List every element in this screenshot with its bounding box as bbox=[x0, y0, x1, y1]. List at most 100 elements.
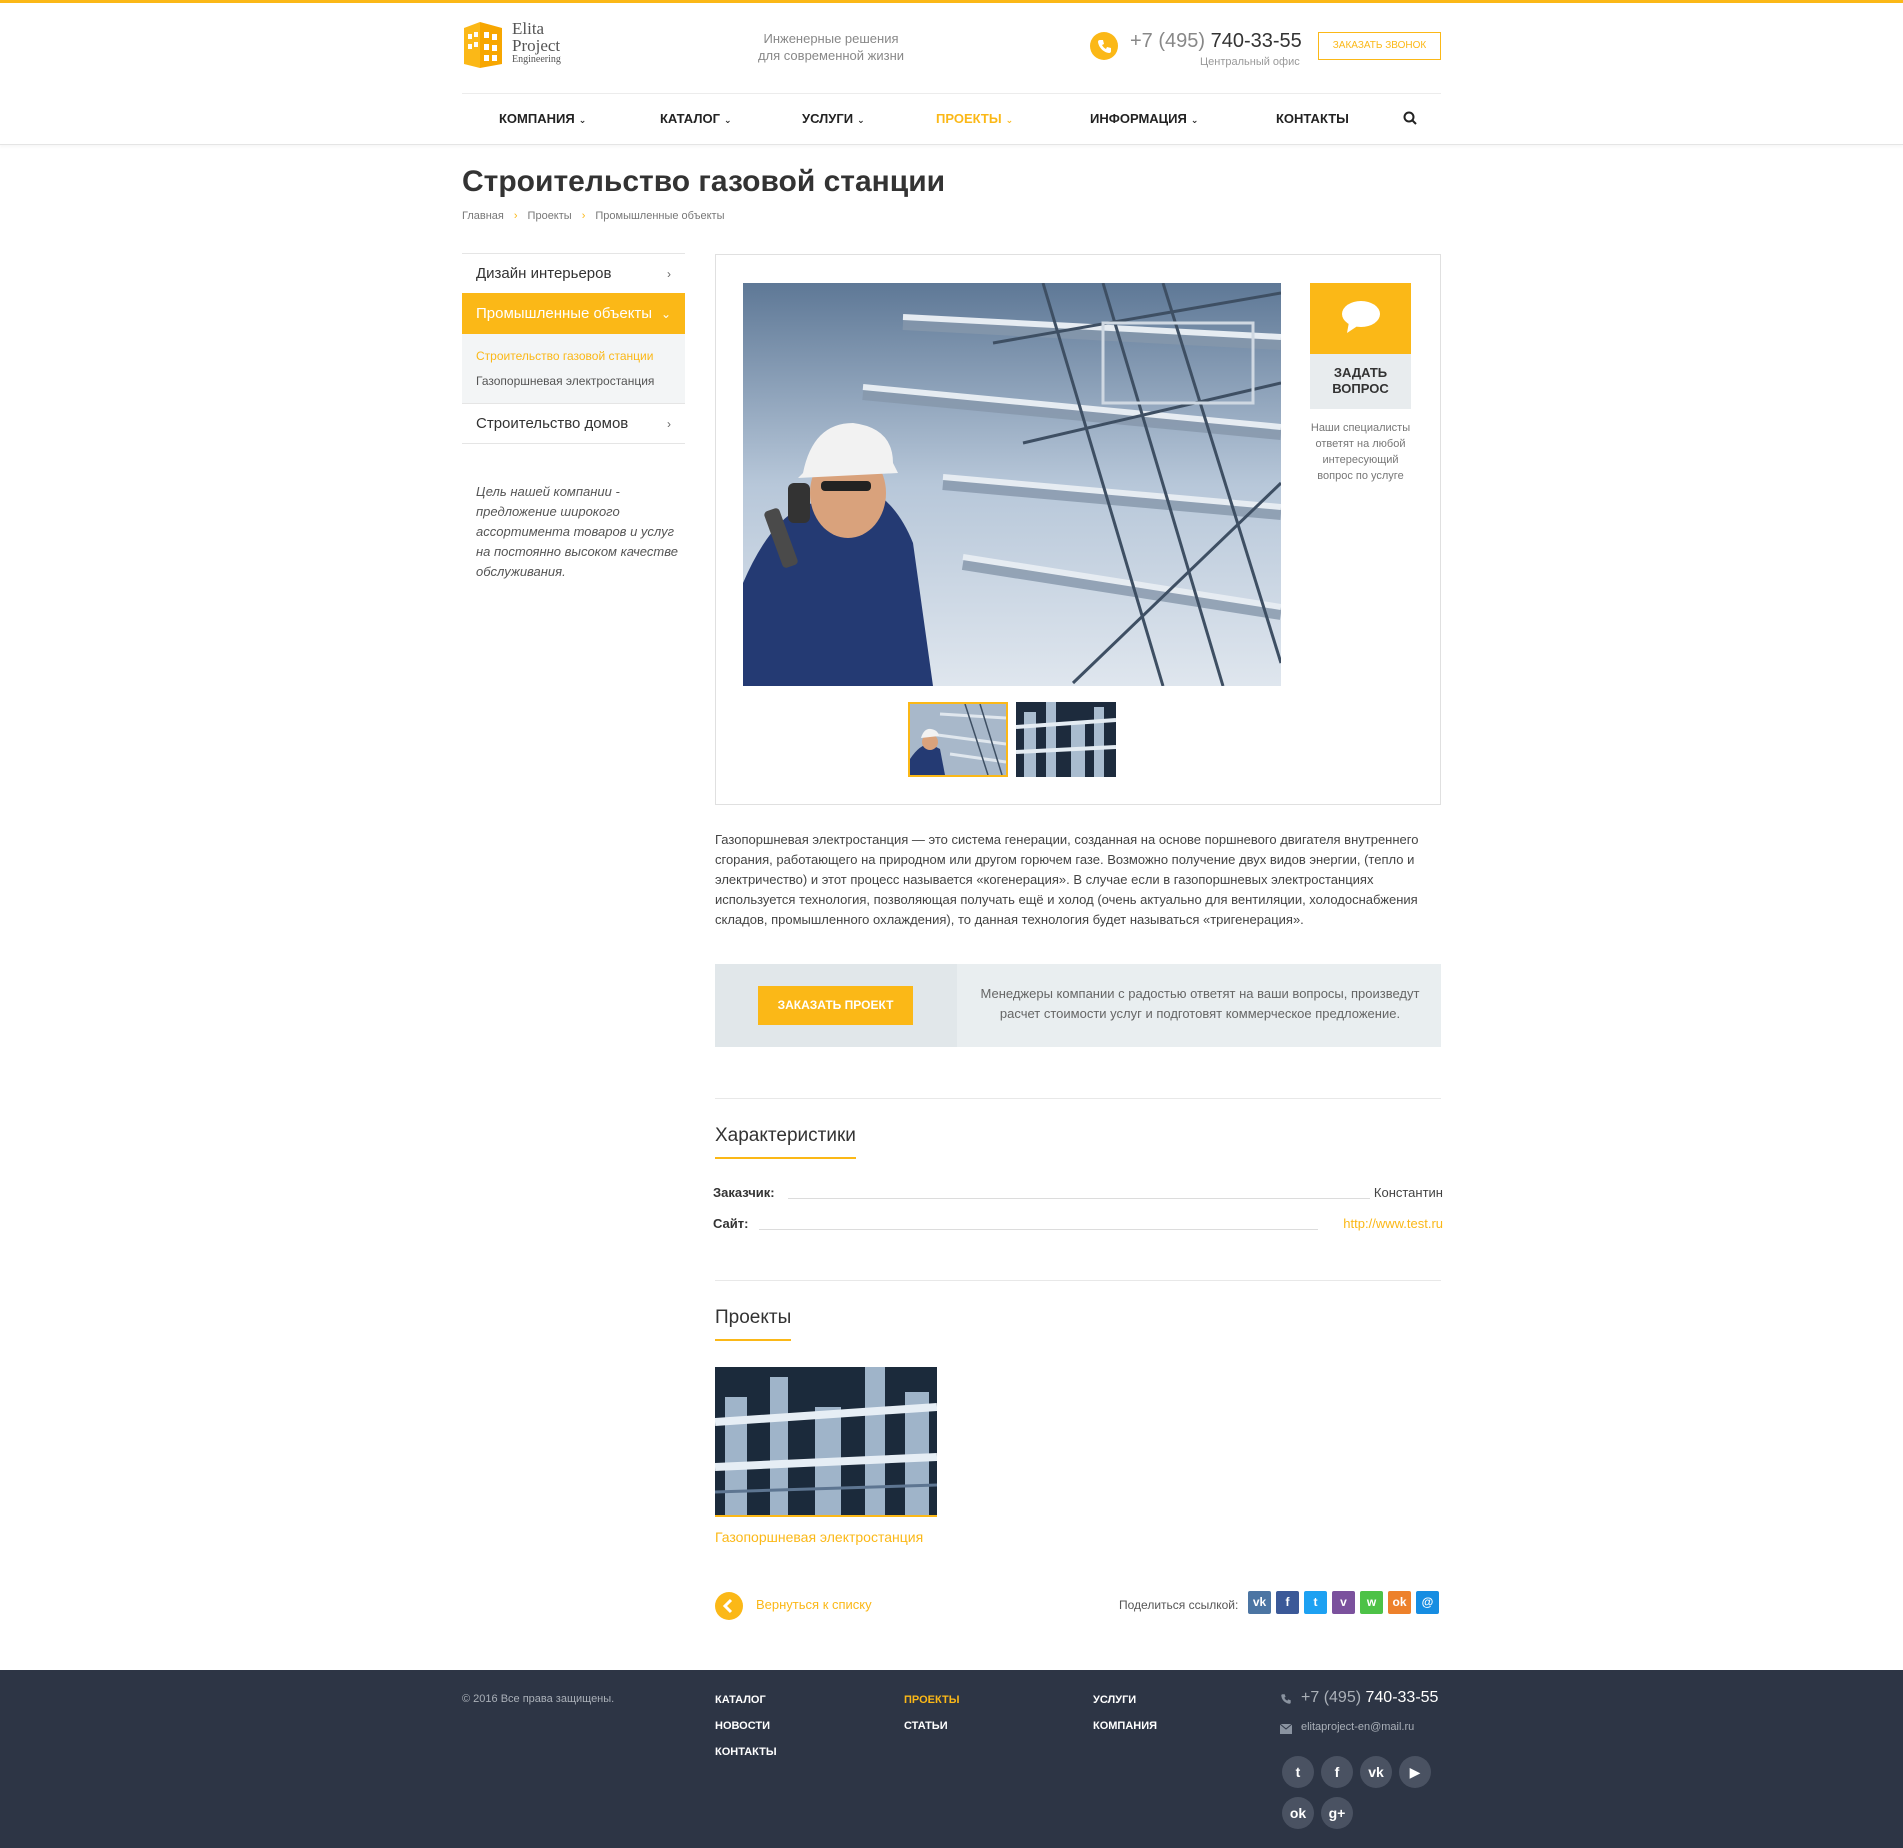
facebook-icon[interactable]: f bbox=[1276, 1591, 1299, 1614]
nav-info[interactable]: Информация ⌄ bbox=[1090, 94, 1198, 144]
prop-row-site: Сайт: http://www.test.ru bbox=[713, 1216, 1443, 1236]
footer-link-catalog[interactable]: Каталог bbox=[715, 1694, 766, 1706]
footer-link-company[interactable]: Компания bbox=[1093, 1720, 1157, 1732]
footer-link-projects[interactable]: Проекты bbox=[904, 1694, 959, 1706]
sidebar-menu: Дизайн интерьеров › Промышленные объекты ⌄… bbox=[462, 253, 685, 444]
logo-line2: Project bbox=[512, 36, 561, 55]
page-title: Строительство газовой станции bbox=[462, 165, 946, 198]
nav-label: Компания bbox=[499, 111, 575, 126]
nav-services[interactable]: Услуги ⌄ bbox=[802, 94, 865, 144]
phone-number: +7 (495) 740-33-55 bbox=[1130, 30, 1302, 53]
odnoklassniki-icon[interactable]: ok bbox=[1282, 1797, 1314, 1829]
related-project-link[interactable]: Газопоршневая электростанция bbox=[715, 1529, 923, 1545]
project-description: Газопоршневая электростанция — это систе… bbox=[715, 832, 1419, 927]
prop-name: Заказчик: bbox=[713, 1185, 775, 1200]
footer-email[interactable]: elitaproject-en@mail.ru bbox=[1301, 1721, 1414, 1733]
ask-label-line1: Задать bbox=[1333, 365, 1388, 380]
nav-label: Проекты bbox=[936, 111, 1002, 126]
order-project-button[interactable]: Заказать проект bbox=[758, 986, 913, 1025]
breadcrumb-home[interactable]: Главная bbox=[462, 210, 504, 222]
chat-bubble-icon bbox=[1342, 301, 1380, 333]
back-to-list-link[interactable]: Вернуться к списку bbox=[756, 1597, 872, 1612]
breadcrumb-projects[interactable]: Проекты bbox=[528, 210, 572, 222]
callback-button[interactable]: Заказать звонок bbox=[1318, 32, 1441, 60]
prop-value-link[interactable]: http://www.test.ru bbox=[1343, 1216, 1443, 1231]
prop-dotted-line bbox=[759, 1229, 1318, 1230]
ask-question-label: Задать вопрос bbox=[1310, 354, 1411, 409]
footer-link-articles[interactable]: Статьи bbox=[904, 1720, 948, 1732]
main-nav: Компания ⌄ Каталог ⌄ Услуги ⌄ Проекты ⌄ Инфо… bbox=[462, 93, 1441, 143]
googleplus-icon[interactable]: g+ bbox=[1321, 1797, 1353, 1829]
sidebar-note: Цель нашей компании - предложение широко… bbox=[476, 484, 678, 579]
nav-catalog[interactable]: Каталог ⌄ bbox=[660, 94, 732, 144]
ask-label-line2: вопрос bbox=[1332, 381, 1389, 396]
mail-icon bbox=[1280, 1724, 1292, 1734]
chevron-down-icon: ⌄ bbox=[578, 115, 587, 125]
prop-dotted-line bbox=[788, 1198, 1370, 1199]
projects-title: Проекты bbox=[715, 1307, 792, 1341]
thumbnail-1[interactable] bbox=[908, 702, 1008, 777]
slogan: Инженерные решения для современной жизни bbox=[751, 30, 911, 64]
viber-icon[interactable]: v bbox=[1332, 1591, 1355, 1614]
divider bbox=[715, 1098, 1441, 1099]
sidebar-item-label: Дизайн интерьеров bbox=[476, 265, 612, 282]
logo-text: Elita Project Engineering bbox=[512, 20, 561, 66]
twitter-icon[interactable]: t bbox=[1282, 1756, 1314, 1788]
phone-caption: Центральный офис bbox=[1200, 56, 1300, 68]
whatsapp-icon[interactable]: w bbox=[1360, 1591, 1383, 1614]
nav-label: Каталог bbox=[660, 111, 720, 126]
thumbnail-2[interactable] bbox=[1016, 702, 1116, 777]
nav-company[interactable]: Компания ⌄ bbox=[499, 94, 586, 144]
search-icon[interactable] bbox=[1403, 111, 1417, 125]
twitter-icon[interactable]: t bbox=[1304, 1591, 1327, 1614]
related-project-image[interactable] bbox=[715, 1367, 937, 1517]
chevron-right-icon: › bbox=[513, 210, 518, 222]
odnoklassniki-icon[interactable]: ok bbox=[1388, 1591, 1411, 1614]
sidebar-subitem-gas-station[interactable]: Строительство газовой станции bbox=[476, 344, 685, 369]
nav-projects[interactable]: Проекты ⌄ bbox=[936, 94, 1013, 144]
sidebar-item-label: Промышленные объекты bbox=[476, 305, 653, 322]
prop-row-customer: Заказчик: Константин bbox=[713, 1185, 1443, 1205]
logo[interactable]: Elita Project Engineering bbox=[462, 20, 582, 72]
sidebar-item-industrial[interactable]: Промышленные объекты ⌄ bbox=[462, 293, 685, 334]
breadcrumb-current: Промышленные объекты bbox=[595, 210, 725, 222]
nav-label: Услуги bbox=[802, 111, 854, 126]
order-block-text: Менеджеры компании с радостью ответят на… bbox=[980, 986, 1420, 1021]
chevron-down-icon: ⌄ bbox=[1005, 115, 1014, 125]
phone-digits: 740-33-55 bbox=[1210, 30, 1302, 52]
sidebar-submenu: Строительство газовой станции Газопоршне… bbox=[462, 334, 685, 404]
sidebar-item-houses[interactable]: Строительство домов › bbox=[462, 403, 685, 444]
chevron-down-icon: ⌄ bbox=[660, 307, 671, 321]
vk-icon[interactable]: vk bbox=[1248, 1591, 1271, 1614]
ask-question-note: Наши специалисты ответят на любой интере… bbox=[1310, 422, 1411, 482]
nav-contacts[interactable]: Контакты bbox=[1276, 94, 1349, 144]
footer-link-services[interactable]: Услуги bbox=[1093, 1694, 1136, 1706]
sidebar-item-label: Строительство домов bbox=[476, 415, 629, 432]
logo-line1: Elita bbox=[512, 19, 545, 38]
footer-phone[interactable]: +7 (495) 740-33-55 bbox=[1301, 1689, 1438, 1707]
moimir-icon[interactable]: @ bbox=[1416, 1591, 1439, 1614]
share-label: Поделиться ссылкой: bbox=[1119, 1598, 1239, 1612]
copyright: © 2016 Все права защищены. bbox=[462, 1693, 615, 1705]
youtube-icon[interactable]: ▶ bbox=[1399, 1756, 1431, 1788]
facebook-icon[interactable]: f bbox=[1321, 1756, 1353, 1788]
sidebar-item-interior[interactable]: Дизайн интерьеров › bbox=[462, 253, 685, 294]
chevron-right-icon: › bbox=[667, 267, 671, 281]
sidebar-subitem-gas-piston[interactable]: Газопоршневая электростанция bbox=[476, 369, 685, 394]
footer-phone-code: +7 (495) bbox=[1301, 1689, 1362, 1706]
chevron-down-icon: ⌄ bbox=[857, 115, 865, 125]
vk-icon[interactable]: vk bbox=[1360, 1756, 1392, 1788]
footer-link-news[interactable]: Новости bbox=[715, 1720, 770, 1732]
nav-label: Информация bbox=[1090, 111, 1187, 126]
phone-icon bbox=[1090, 32, 1118, 60]
divider bbox=[715, 1280, 1441, 1281]
ask-question-button[interactable]: Задать вопрос bbox=[1310, 283, 1411, 409]
chevron-down-icon: ⌄ bbox=[1190, 115, 1199, 125]
main-project-photo[interactable] bbox=[743, 283, 1281, 686]
logo-building-icon bbox=[464, 22, 502, 68]
phone-code: +7 (495) bbox=[1130, 30, 1206, 52]
footer-phone-digits: 740-33-55 bbox=[1365, 1689, 1439, 1706]
back-arrow-icon[interactable] bbox=[715, 1592, 743, 1620]
order-block-left: Заказать проект bbox=[715, 964, 957, 1047]
footer-link-contacts[interactable]: Контакты bbox=[715, 1746, 777, 1758]
